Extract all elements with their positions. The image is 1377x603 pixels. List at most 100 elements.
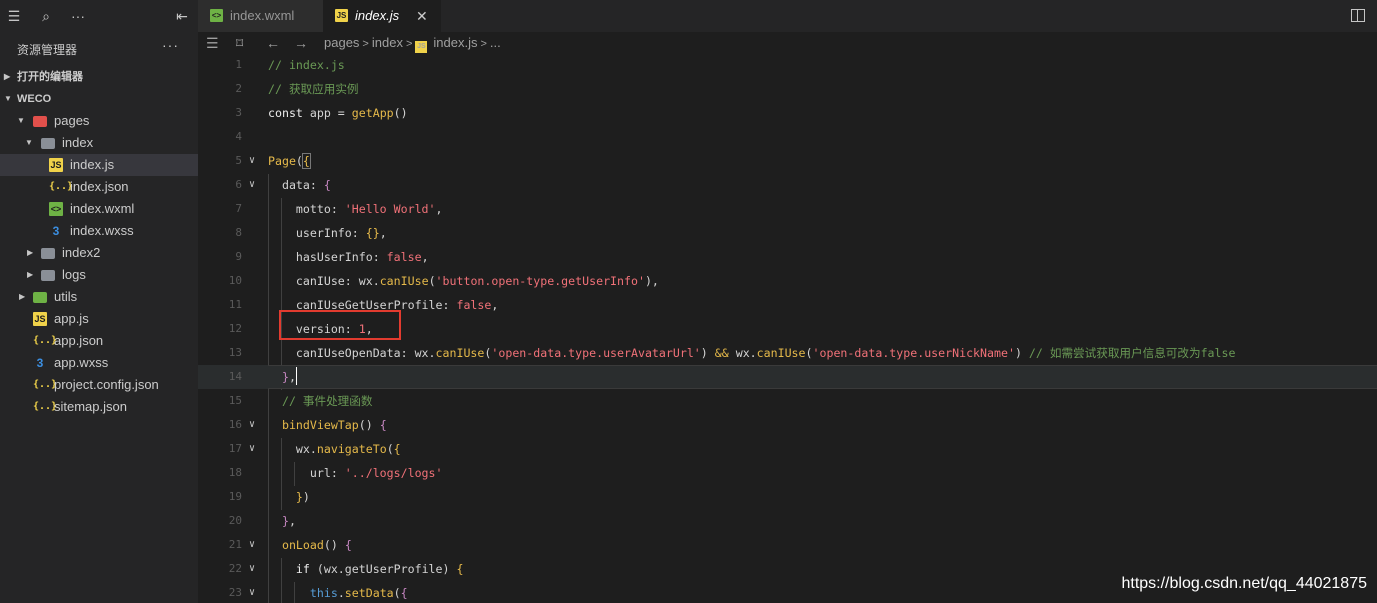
open-editors-section[interactable]: ▶ 打开的编辑器 (0, 66, 198, 88)
project-section[interactable]: ▼ WECO (0, 88, 198, 110)
line-number: 15 (228, 394, 242, 407)
chevron-down-icon[interactable]: ∨ (249, 437, 255, 461)
code-line: 10 canIUse: wx.canIUse('button.open-type… (198, 269, 1377, 293)
split-editor-icon[interactable] (1351, 9, 1365, 22)
tree-item-label: project.config.json (54, 377, 159, 392)
chevron-down-icon[interactable]: ∨ (249, 149, 255, 173)
explorer-title: 资源管理器 (17, 43, 78, 57)
tree-item-pages[interactable]: ▼ pages (0, 110, 198, 132)
tab-label: index.js (355, 8, 400, 23)
code-line: 5 ∨ Page({ (198, 149, 1377, 173)
tree-item-label: app.wxss (54, 355, 109, 370)
bookmark-icon[interactable]: ⌑ (236, 32, 243, 54)
code-line: 18 url: '../logs/logs' (198, 461, 1377, 485)
explorer-sidebar: ☰ ⌕ ··· ⇤ 资源管理器 ··· ▶ 打开的编辑器 ▼ WECO ▼ pa… (0, 0, 198, 603)
line-number: 5 (235, 154, 242, 167)
breadcrumb-path: pages > index > JS index.js >... (324, 32, 501, 55)
tab-index-js[interactable]: JS index.js ✕ (323, 0, 441, 32)
chevron-down-icon[interactable]: ∨ (249, 173, 255, 197)
chevron-down-icon: ▼ (4, 94, 12, 103)
chevron-right-icon: > (480, 38, 487, 50)
tree-item-utils[interactable]: ▶ utils (0, 286, 198, 308)
code-line: 9 hasUserInfo: false, (198, 245, 1377, 269)
code-text: if (wx.getUserProfile) { (295, 562, 464, 576)
more-icon[interactable]: ··· (70, 8, 86, 24)
tree-item-label: app.js (54, 311, 89, 326)
tree-item-logs[interactable]: ▶ logs (0, 264, 198, 286)
list-icon[interactable]: ☰ (206, 32, 219, 54)
tree-item-label: index.wxss (70, 223, 134, 238)
back-arrow-icon[interactable]: ← (266, 32, 280, 54)
forward-arrow-icon[interactable]: → (294, 32, 308, 54)
tree-item-index[interactable]: ▼ index (0, 132, 198, 154)
json-file-icon: {..} (33, 335, 58, 346)
explorer-more-button[interactable]: ··· (162, 37, 179, 53)
chevron-down-icon[interactable]: ∨ (249, 413, 255, 437)
tree-item-project-config[interactable]: {..} project.config.json (0, 374, 198, 396)
code-line: 13 canIUseOpenData: wx.canIUse('open-dat… (198, 341, 1377, 365)
code-text: canIUse: wx.canIUse('button.open-type.ge… (268, 274, 659, 288)
code-line: 17 ∨ wx.navigateTo({ (198, 437, 1377, 461)
code-text: url: '../logs/logs' (268, 466, 443, 480)
code-text: }) (295, 490, 310, 504)
tab-index-wxml[interactable]: <> index.wxml (198, 0, 323, 32)
tree-item-app-js[interactable]: JS app.js (0, 308, 198, 330)
chevron-right-icon: > (405, 38, 413, 50)
tree-item-sitemap[interactable]: {..} sitemap.json (0, 396, 198, 418)
open-editors-label: 打开的编辑器 (17, 71, 83, 83)
tree-item-index2[interactable]: ▶ index2 (0, 242, 198, 264)
breadcrumb: ☰ ⌑ ← → pages > index > JS index.js >... (198, 32, 1377, 54)
chevron-down-icon[interactable]: ∨ (249, 581, 255, 603)
breadcrumb-pages[interactable]: pages (324, 35, 359, 50)
folder-icon (41, 270, 55, 281)
chevron-right-icon: ▶ (27, 248, 34, 257)
code-text: motto: 'Hello World', (268, 202, 443, 216)
search-icon[interactable]: ⌕ (38, 8, 54, 24)
chevron-down-icon: ▼ (17, 116, 25, 125)
code-line: 8 userInfo: {}, (198, 221, 1377, 245)
tree-item-label: pages (54, 113, 90, 128)
menu-icon[interactable]: ☰ (6, 8, 22, 24)
tree-item-label: index.json (70, 179, 129, 194)
chevron-right-icon: ▶ (19, 292, 26, 301)
breadcrumb-index[interactable]: index (372, 35, 403, 50)
json-file-icon: {..} (49, 181, 74, 192)
chevron-down-icon[interactable]: ∨ (249, 533, 255, 557)
tree-item-label: logs (62, 267, 86, 282)
close-icon[interactable]: ✕ (416, 0, 428, 32)
line-number: 11 (228, 298, 242, 311)
line-number: 12 (228, 322, 242, 335)
code-editor[interactable]: 1 // index.js 2 // 获取应用实例 3 const app = get… (198, 54, 1377, 603)
tree-item-app-json[interactable]: {..} app.json (0, 330, 198, 352)
breadcrumb-ellipsis[interactable]: ... (490, 35, 501, 50)
code-text: hasUserInfo: false, (268, 250, 429, 264)
wxml-file-icon: <> (210, 9, 223, 22)
line-number: 20 (228, 514, 242, 527)
code-line: 7 motto: 'Hello World', (198, 197, 1377, 221)
line-number: 1 (235, 58, 242, 71)
line-number: 7 (235, 202, 242, 215)
tree-item-index-wxss[interactable]: 3 index.wxss (0, 220, 198, 242)
collapse-sidebar-icon[interactable]: ⇤ (174, 8, 190, 24)
chevron-right-icon: ▶ (27, 270, 34, 279)
js-file-icon: JS (33, 312, 47, 326)
tree-item-app-wxss[interactable]: 3 app.wxss (0, 352, 198, 374)
line-number: 6 (235, 178, 242, 191)
code-line: 4 (198, 125, 1377, 149)
tree-item-label: index (62, 135, 94, 150)
tree-item-index-wxml[interactable]: <> index.wxml (0, 198, 198, 220)
tree-item-index-json[interactable]: {..} index.json (0, 176, 198, 198)
json-file-icon: {..} (33, 379, 58, 390)
folder-icon (41, 248, 55, 259)
chevron-right-icon: > (362, 38, 369, 50)
breadcrumb-file[interactable]: index.js (433, 35, 477, 50)
line-number: 17 (228, 442, 242, 455)
line-number: 10 (228, 274, 242, 287)
code-line-current: 14 }, (198, 365, 1377, 389)
line-number: 22 (228, 562, 242, 575)
line-number: 9 (235, 250, 242, 263)
chevron-down-icon[interactable]: ∨ (249, 557, 255, 581)
line-number: 18 (228, 466, 242, 479)
tree-item-index-js[interactable]: JS index.js (0, 154, 198, 176)
code-line: 2 // 获取应用实例 (198, 77, 1377, 101)
